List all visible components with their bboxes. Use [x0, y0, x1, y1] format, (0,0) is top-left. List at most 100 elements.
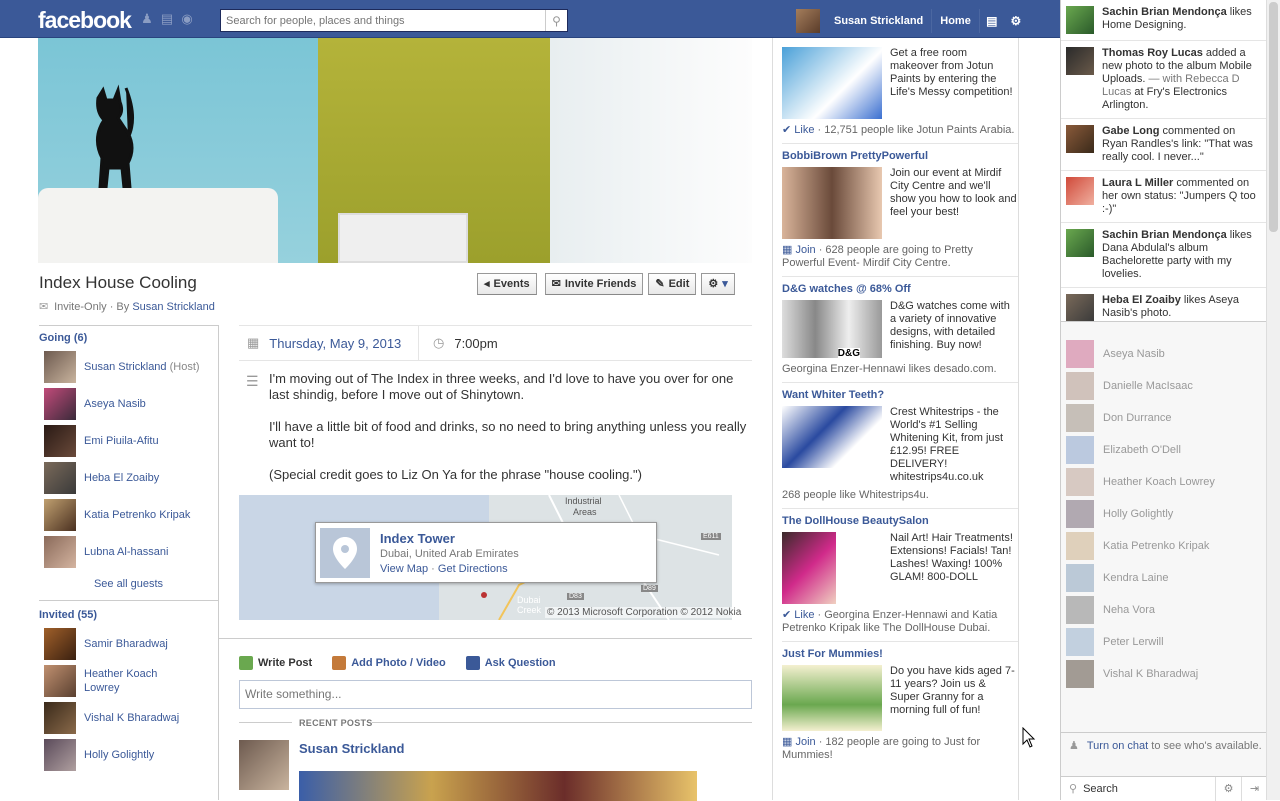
ticker[interactable]: Sachin Brian Mendonça likes Home Designi…: [1061, 0, 1267, 322]
event-date[interactable]: Thursday, May 9, 2013: [269, 336, 401, 351]
ad-item[interactable]: Get a free room makeover from Jotun Pain…: [782, 38, 1018, 144]
post-input[interactable]: Write something...: [239, 680, 752, 709]
chat-friend[interactable]: Vishal K Bharadwaj: [1061, 658, 1280, 690]
facebook-logo[interactable]: facebook: [38, 7, 132, 34]
ticker-item[interactable]: Sachin Brian Mendonça likes Home Designi…: [1061, 0, 1267, 41]
guest-item[interactable]: Aseya Nasib: [39, 385, 218, 422]
ask-question-tab[interactable]: Ask Question: [465, 656, 556, 670]
ad-item[interactable]: The DollHouse BeautySalon Nail Art! Hair…: [782, 509, 1018, 642]
see-all-guests-link[interactable]: See all guests: [39, 570, 218, 600]
chat-options-gear-icon[interactable]: ⚙: [1215, 776, 1241, 801]
guest-item[interactable]: Lubna Al-hassani: [39, 533, 218, 570]
envelope-icon: ✉: [551, 278, 561, 290]
get-directions-link[interactable]: Get Directions: [438, 563, 508, 575]
avatar[interactable]: [44, 387, 76, 420]
ad-image[interactable]: [782, 167, 882, 239]
avatar[interactable]: [44, 701, 76, 734]
add-photo-tab[interactable]: Add Photo / Video: [332, 656, 446, 670]
avatar[interactable]: [1066, 125, 1094, 153]
ticker-item[interactable]: Laura L Miller commented on her own stat…: [1061, 171, 1267, 223]
search-icon[interactable]: ⚲: [545, 10, 567, 31]
chat-friend[interactable]: Don Durrance: [1061, 402, 1280, 434]
clock-icon: ◷: [433, 335, 445, 350]
ticker-item[interactable]: Gabe Long commented on Ryan Randles's li…: [1061, 119, 1267, 171]
ad-image[interactable]: [782, 532, 836, 604]
chat-friend[interactable]: Danielle MacIsaac: [1061, 370, 1280, 402]
chat-popout-icon[interactable]: ⇥: [1241, 776, 1267, 801]
invited-item[interactable]: Vishal K Bharadwaj: [39, 699, 218, 736]
chat-friend[interactable]: Kendra Laine: [1061, 562, 1280, 594]
avatar[interactable]: [44, 498, 76, 531]
chat-friend[interactable]: Elizabeth O'Dell: [1061, 434, 1280, 466]
invite-friends-button[interactable]: ✉ Invite Friends: [544, 273, 644, 295]
guest-item[interactable]: Heba El Zoaiby: [39, 459, 218, 496]
invited-header[interactable]: Invited (55): [39, 601, 218, 625]
profile-link[interactable]: Susan Strickland: [826, 9, 933, 33]
ad-item[interactable]: D&G watches @ 68% Off D&G D&G watches com…: [782, 277, 1018, 383]
chat-friend[interactable]: Peter Lerwill: [1061, 626, 1280, 658]
post-photo[interactable]: [299, 771, 697, 801]
ad-like-link[interactable]: Like: [794, 124, 814, 136]
ad-join-link[interactable]: Join: [795, 244, 815, 256]
invited-item[interactable]: Heather Koach Lowrey: [39, 662, 218, 699]
post-composer: Write Post Add Photo / Video Ask Questio…: [219, 638, 752, 709]
chat-friend[interactable]: Neha Vora: [1061, 594, 1280, 626]
avatar[interactable]: [44, 627, 76, 660]
guest-item[interactable]: Susan Strickland (Host): [39, 348, 218, 385]
ad-image[interactable]: [782, 47, 882, 119]
chat-friend[interactable]: Holly Golightly: [1061, 498, 1280, 530]
sidebar-scrollbar[interactable]: [1266, 0, 1280, 800]
ad-item[interactable]: BobbiBrown PrettyPowerful Join our event…: [782, 144, 1018, 277]
chat-friend[interactable]: Katia Petrenko Kripak: [1061, 530, 1280, 562]
guest-item[interactable]: Emi Piuila-Afitu: [39, 422, 218, 459]
avatar[interactable]: [44, 461, 76, 494]
chat-friend[interactable]: Aseya Nasib: [1061, 338, 1280, 370]
avatar[interactable]: [44, 738, 76, 771]
invited-item[interactable]: Samir Bharadwaj: [39, 625, 218, 662]
ad-image[interactable]: D&G: [782, 300, 882, 359]
avatar[interactable]: [239, 740, 289, 790]
write-post-tab[interactable]: Write Post: [239, 656, 312, 670]
chat-user-icon: ♟: [1069, 740, 1079, 752]
post-author[interactable]: Susan Strickland: [299, 741, 404, 756]
ad-item[interactable]: Just For Mummies! Do you have kids aged …: [782, 642, 1018, 768]
ticker-item[interactable]: Sachin Brian Mendonça likes Dana Abdulal…: [1061, 223, 1267, 288]
ad-like-link[interactable]: Like: [794, 609, 814, 621]
guest-item[interactable]: Katia Petrenko Kripak: [39, 496, 218, 533]
chat-search-input[interactable]: ⚲ Search: [1061, 782, 1215, 796]
friend-requests-icon[interactable]: ♟: [140, 12, 154, 26]
going-header[interactable]: Going (6): [39, 326, 218, 348]
avatar[interactable]: [1066, 177, 1094, 205]
avatar[interactable]: [1066, 6, 1094, 34]
ad-join-link[interactable]: Join: [795, 736, 815, 748]
notifications-globe-icon[interactable]: ◉: [180, 12, 194, 26]
avatar[interactable]: [44, 535, 76, 568]
settings-dropdown-button[interactable]: ⚙ ▾: [701, 273, 735, 295]
ad-item[interactable]: Want Whiter Teeth? Crest Whitestrips - t…: [782, 383, 1018, 509]
user-avatar[interactable]: [796, 9, 820, 33]
search-input[interactable]: [221, 10, 545, 31]
edit-button[interactable]: ✎ Edit: [648, 273, 697, 295]
privacy-shortcuts-icon[interactable]: ▤: [980, 9, 1004, 33]
photo-icon: [332, 656, 347, 670]
turn-on-chat-link[interactable]: Turn on chat: [1087, 740, 1148, 752]
home-link[interactable]: Home: [932, 9, 980, 33]
settings-gear-icon[interactable]: ⚙: [1004, 9, 1028, 33]
ticker-item[interactable]: Thomas Roy Lucas added a new photo to th…: [1061, 41, 1267, 119]
avatar[interactable]: [1066, 47, 1094, 75]
host-link[interactable]: Susan Strickland: [132, 301, 215, 313]
ad-image[interactable]: [782, 406, 882, 468]
avatar[interactable]: [44, 424, 76, 457]
avatar[interactable]: [44, 350, 76, 383]
location-name[interactable]: Index Tower: [380, 531, 519, 546]
chat-friend[interactable]: Heather Koach Lowrey: [1061, 466, 1280, 498]
avatar[interactable]: [1066, 294, 1094, 321]
avatar[interactable]: [1066, 229, 1094, 257]
ad-image[interactable]: [782, 665, 882, 731]
messages-icon[interactable]: ▤: [160, 12, 174, 26]
events-button[interactable]: ◂ Events: [477, 273, 537, 295]
view-map-link[interactable]: View Map: [380, 563, 428, 575]
ticker-item[interactable]: Heba El Zoaiby likes Aseya Nasib's photo…: [1061, 288, 1267, 321]
invited-item[interactable]: Holly Golightly: [39, 736, 218, 773]
avatar[interactable]: [44, 664, 76, 697]
